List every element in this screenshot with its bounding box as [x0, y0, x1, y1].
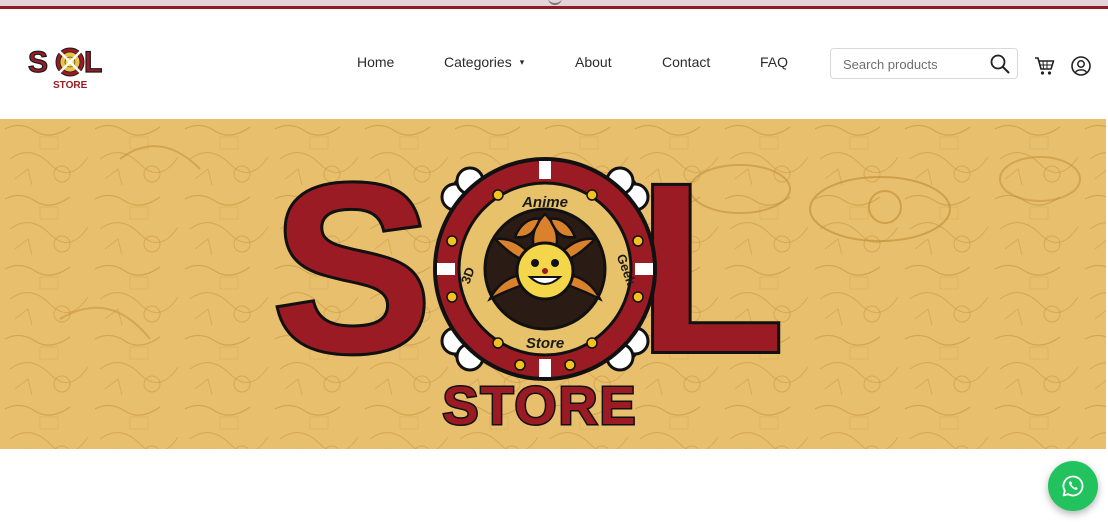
whatsapp-button[interactable]: [1048, 461, 1098, 511]
nav-categories[interactable]: Categories ▾: [444, 54, 524, 70]
cart-icon[interactable]: [1034, 56, 1056, 76]
nav-faq[interactable]: FAQ: [760, 54, 788, 70]
nav-home[interactable]: Home: [357, 54, 394, 70]
emblem-text-store: Store: [526, 335, 564, 352]
emblem-text-anime: Anime: [521, 194, 568, 211]
user-icon[interactable]: [1070, 55, 1092, 77]
svg-text:STORE: STORE: [442, 376, 637, 436]
browser-top-strip: [0, 0, 1108, 10]
search-box: [830, 48, 1018, 79]
whatsapp-icon: [1062, 475, 1084, 497]
svg-text:S: S: [28, 46, 48, 79]
nav-about[interactable]: About: [575, 54, 612, 70]
nav-categories-label: Categories: [444, 54, 512, 70]
svg-text:STORE: STORE: [53, 80, 88, 91]
search-input[interactable]: [843, 55, 983, 73]
svg-text:L: L: [638, 134, 785, 402]
svg-text:S: S: [272, 134, 432, 402]
hero-banner: S L Anime Store 3D Geek STORE: [0, 119, 1106, 449]
site-header: S L STORE Home Categories ▾ About Contact…: [0, 10, 1108, 118]
svg-text:L: L: [84, 46, 102, 79]
nav-contact[interactable]: Contact: [662, 54, 710, 70]
site-logo[interactable]: S L STORE: [26, 40, 116, 92]
chevron-down-icon: ▾: [519, 57, 525, 67]
search-icon[interactable]: [989, 53, 1011, 75]
hero-banner-art: S L Anime Store 3D Geek STORE: [0, 119, 1106, 449]
